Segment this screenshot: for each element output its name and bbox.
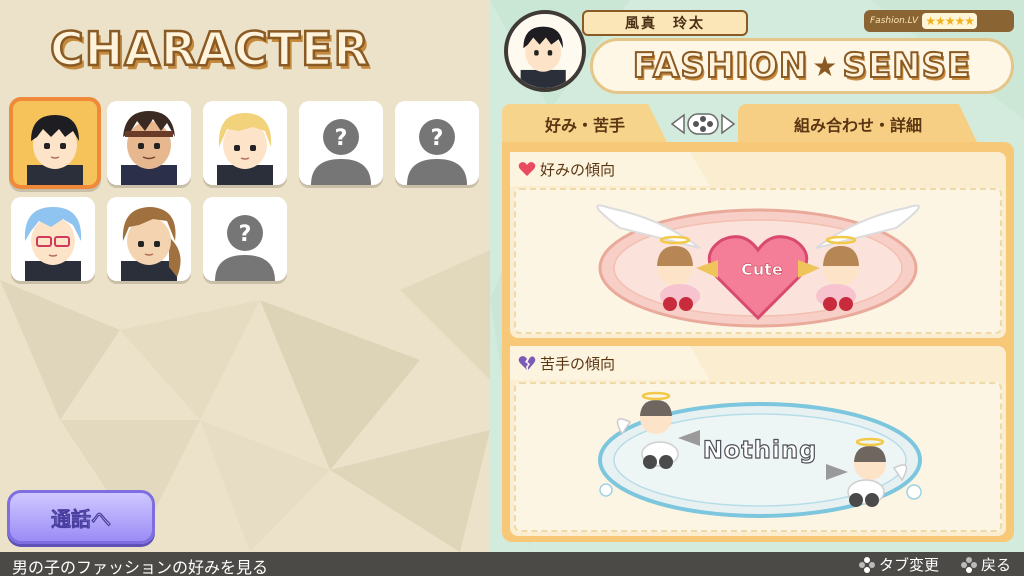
character-portrait	[217, 113, 273, 185]
character-slot-blonde[interactable]	[203, 101, 287, 185]
svg-text:?: ?	[431, 126, 444, 151]
character-portrait	[520, 26, 566, 88]
character-slot-blue-hair[interactable]	[11, 197, 95, 281]
disliked-style: Nothing	[702, 435, 818, 464]
likes-header-label: 好みの傾向	[540, 160, 616, 179]
banner-text-left: FASHION	[632, 45, 809, 87]
back-control[interactable]: 戻る	[960, 554, 1011, 575]
character-portrait	[24, 207, 82, 281]
hint-text: 男の子のファッションの好みを見る	[12, 558, 269, 576]
fashion-sense-banner: FASHION ★ SENSE	[590, 38, 1014, 94]
character-name: 風真 玲太	[582, 10, 748, 36]
dpad-icon	[961, 556, 977, 573]
banner-text-right: SENSE	[841, 45, 972, 87]
change-tab-control[interactable]: タブ変更	[858, 554, 939, 575]
character-slot-brown-long-hair[interactable]	[107, 197, 191, 281]
svg-text:?: ?	[335, 126, 348, 151]
bottom-bar: 男の子のファッションの好みを見る タブ変更 戻る	[0, 552, 1024, 576]
tab-likes-dislikes[interactable]: 好み・苦手	[502, 104, 668, 144]
preferred-style: Cute	[741, 260, 783, 280]
call-button[interactable]: 通話へ	[7, 490, 155, 544]
locked-character-slot[interactable]: ?	[395, 101, 479, 185]
character-slot-black-hair[interactable]	[9, 97, 101, 189]
fashion-level: Fashion.LV ★★★★★	[864, 10, 1014, 32]
dislikes-section: 苦手の傾向 Nothing	[510, 346, 1006, 536]
tab-switch-icon[interactable]	[670, 112, 736, 136]
dislikes-header: 苦手の傾向	[510, 346, 710, 380]
star-icon: ★	[812, 49, 839, 83]
character-portrait	[121, 111, 177, 185]
tab-combination-details[interactable]: 組み合わせ・詳細	[738, 104, 978, 144]
character-avatar	[504, 10, 586, 92]
level-label: Fashion.LV	[870, 16, 919, 26]
change-tab-label: タブ変更	[879, 556, 940, 574]
dislikes-header-label: 苦手の傾向	[540, 354, 616, 373]
heart-icon	[518, 162, 536, 176]
character-slot-headband[interactable]	[107, 101, 191, 185]
locked-character-slot[interactable]: ?	[203, 197, 287, 281]
locked-silhouette-icon: ?	[215, 215, 275, 281]
character-portrait	[121, 207, 181, 281]
locked-silhouette-icon: ?	[407, 119, 467, 185]
dpad-icon	[859, 556, 875, 573]
locked-silhouette-icon: ?	[311, 119, 371, 185]
likes-header: 好みの傾向	[510, 152, 710, 186]
likes-section: 好みの傾向 Cute	[510, 152, 1006, 338]
character-portrait	[27, 115, 83, 185]
svg-text:?: ?	[239, 222, 252, 247]
character-title: CHARACTER	[49, 21, 370, 78]
locked-character-slot[interactable]: ?	[299, 101, 383, 185]
broken-heart-icon	[518, 356, 536, 370]
character-select-panel: CHARACTER ? ? ? 通話へ	[0, 0, 490, 552]
level-stars: ★★★★★	[922, 13, 977, 29]
back-label: 戻る	[981, 556, 1012, 574]
